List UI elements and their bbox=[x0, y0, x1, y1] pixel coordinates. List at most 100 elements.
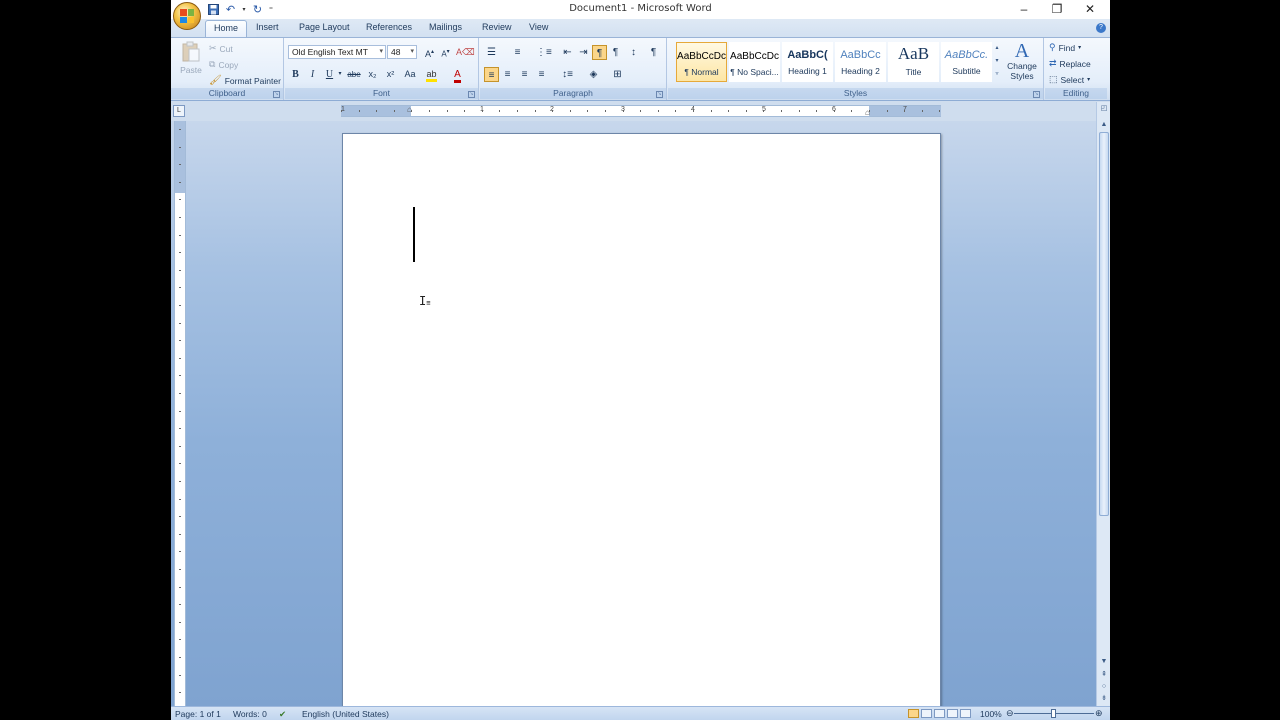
numbering-icon[interactable]: ≡ bbox=[510, 45, 525, 60]
ribbon-tabs: Home Insert Page Layout References Maili… bbox=[171, 19, 1110, 37]
clipboard-dialog-launcher-icon[interactable]: ↘ bbox=[273, 91, 280, 98]
italic-button[interactable]: I bbox=[305, 67, 320, 82]
select-button[interactable]: ⬚ Select ▾ bbox=[1049, 74, 1090, 85]
align-left-icon[interactable]: ≡ bbox=[484, 67, 499, 82]
restore-button[interactable]: ❐ bbox=[1049, 2, 1065, 16]
full-screen-reading-view-icon[interactable] bbox=[921, 709, 932, 718]
paste-label: Paste bbox=[180, 65, 202, 75]
underline-button[interactable]: U bbox=[322, 67, 337, 82]
ruler-tick bbox=[446, 110, 448, 112]
zoom-slider-thumb[interactable] bbox=[1051, 709, 1056, 718]
center-icon[interactable]: ≡ bbox=[500, 67, 515, 82]
font-color-icon[interactable]: A bbox=[450, 67, 465, 83]
bullets-icon[interactable]: ☰ bbox=[484, 45, 499, 60]
tab-view[interactable]: View bbox=[529, 22, 548, 32]
scroll-thumb[interactable] bbox=[1099, 132, 1109, 516]
scroll-down-icon[interactable]: ▼ bbox=[1099, 657, 1109, 667]
change-case-button[interactable]: Aa bbox=[401, 67, 419, 82]
replace-button[interactable]: ⇄ Replace bbox=[1049, 58, 1091, 69]
ruler-tick bbox=[179, 639, 181, 641]
select-icon: ⬚ bbox=[1049, 74, 1058, 84]
clear-formatting-icon[interactable]: A⌫ bbox=[456, 45, 475, 60]
ruler-tick bbox=[499, 110, 501, 112]
font-dialog-launcher-icon[interactable]: ↘ bbox=[468, 91, 475, 98]
zoom-out-icon[interactable]: ⊖ bbox=[1006, 708, 1014, 719]
tab-review[interactable]: Review bbox=[482, 22, 512, 32]
style-normal[interactable]: AaBbCcDc ¶ Normal bbox=[676, 42, 727, 82]
rtl-icon[interactable]: ¶ bbox=[608, 45, 623, 60]
browse-object-icon[interactable]: ○ bbox=[1099, 682, 1109, 692]
align-right-icon[interactable]: ≡ bbox=[517, 67, 532, 82]
style-title[interactable]: AaB Title bbox=[888, 42, 939, 82]
ruler-tick bbox=[179, 621, 181, 623]
office-button[interactable] bbox=[173, 2, 201, 30]
vertical-ruler[interactable] bbox=[174, 121, 186, 706]
styles-scroll-icon[interactable]: ▴ ▾ ▿ bbox=[993, 42, 1001, 82]
bold-button[interactable]: B bbox=[288, 67, 303, 82]
multilevel-list-icon[interactable]: ⋮≡ bbox=[536, 45, 552, 60]
styles-group: AaBbCcDc ¶ Normal AaBbCcDc ¶ No Spaci...… bbox=[668, 38, 1044, 100]
tab-mailings[interactable]: Mailings bbox=[429, 22, 462, 32]
shrink-font-icon[interactable]: A▾ bbox=[438, 45, 453, 60]
horizontal-ruler[interactable]: 1 1 2 3 4 5 6 7 ⌂ ⌂ bbox=[341, 105, 941, 117]
vertical-scrollbar[interactable]: ◰ ▲ ▼ ⇞ ○ ⇟ bbox=[1096, 102, 1110, 706]
print-layout-view-icon[interactable] bbox=[908, 709, 919, 718]
highlight-icon[interactable]: ab bbox=[424, 67, 439, 82]
scroll-up-icon[interactable]: ▲ bbox=[1099, 120, 1109, 130]
paragraph-dialog-launcher-icon[interactable]: ↘ bbox=[656, 91, 663, 98]
ltr-icon[interactable]: ¶ bbox=[592, 45, 607, 60]
grow-font-icon[interactable]: A▴ bbox=[422, 45, 437, 60]
ruler-tick bbox=[179, 569, 181, 570]
style-subtitle[interactable]: AaBbCc. Subtitle bbox=[941, 42, 992, 82]
outline-view-icon[interactable] bbox=[947, 709, 958, 718]
previous-page-icon[interactable]: ⇞ bbox=[1099, 670, 1109, 680]
zoom-in-icon[interactable]: ⊕ bbox=[1095, 708, 1103, 719]
proofing-icon[interactable]: ✔ bbox=[279, 709, 286, 720]
increase-indent-icon[interactable]: ⇥ bbox=[576, 45, 591, 60]
cut-button[interactable]: ✂ Cut bbox=[209, 43, 233, 54]
tab-page-layout[interactable]: Page Layout bbox=[299, 22, 350, 32]
tab-home[interactable]: Home bbox=[205, 20, 248, 37]
copy-button[interactable]: ⧉ Copy bbox=[209, 59, 238, 70]
show-formatting-icon[interactable]: ¶ bbox=[646, 45, 661, 60]
justify-icon[interactable]: ≡ bbox=[534, 67, 549, 82]
find-button[interactable]: ⚲ Find ▾ bbox=[1049, 42, 1081, 53]
web-layout-view-icon[interactable] bbox=[934, 709, 945, 718]
strikethrough-button[interactable]: abe bbox=[345, 67, 363, 82]
superscript-button[interactable]: x² bbox=[383, 67, 398, 82]
minimize-button[interactable]: – bbox=[1016, 2, 1032, 16]
draft-view-icon[interactable] bbox=[960, 709, 971, 718]
close-button[interactable]: ✕ bbox=[1082, 2, 1098, 16]
page-count[interactable]: Page: 1 of 1 bbox=[175, 709, 221, 719]
style-no-spacing[interactable]: AaBbCcDc ¶ No Spaci... bbox=[729, 42, 780, 82]
style-heading-2[interactable]: AaBbCc Heading 2 bbox=[835, 42, 886, 82]
chevron-down-icon[interactable]: ▾ bbox=[410, 47, 414, 55]
sort-icon[interactable]: ↕ bbox=[626, 45, 641, 60]
ribbon: Paste ✂ Cut ⧉ Copy 🖌 Format Painter Clip… bbox=[171, 37, 1110, 101]
decrease-indent-icon[interactable]: ⇤ bbox=[560, 45, 575, 60]
borders-icon[interactable]: ⊞ bbox=[610, 67, 625, 82]
tab-insert[interactable]: Insert bbox=[256, 22, 279, 32]
change-styles-button[interactable]: A Change Styles bbox=[1004, 41, 1040, 85]
tab-references[interactable]: References bbox=[366, 22, 412, 32]
shading-icon[interactable]: ◈ bbox=[586, 67, 601, 82]
next-page-icon[interactable]: ⇟ bbox=[1099, 694, 1109, 704]
format-painter-button[interactable]: 🖌 Format Painter bbox=[209, 75, 281, 86]
zoom-level[interactable]: 100% bbox=[980, 709, 1002, 719]
subscript-button[interactable]: x₂ bbox=[365, 67, 380, 82]
ruler-tick bbox=[179, 410, 181, 412]
style-heading-1[interactable]: AaBbC( Heading 1 bbox=[782, 42, 833, 82]
line-spacing-icon[interactable]: ↕≡ bbox=[560, 67, 575, 82]
styles-dialog-launcher-icon[interactable]: ↘ bbox=[1033, 91, 1040, 98]
word-count[interactable]: Words: 0 bbox=[233, 709, 267, 719]
tab-selector-icon[interactable]: L bbox=[173, 105, 185, 117]
view-ruler-icon[interactable]: ◰ bbox=[1099, 104, 1109, 114]
chevron-down-icon[interactable]: ▾ bbox=[379, 47, 383, 55]
document-page[interactable]: I≡ bbox=[342, 133, 941, 706]
font-name-box[interactable]: Old English Text MT ▾ bbox=[288, 45, 386, 59]
help-icon[interactable]: ? bbox=[1096, 23, 1106, 33]
chevron-down-icon[interactable]: ▾ bbox=[336, 67, 344, 82]
language-indicator[interactable]: English (United States) bbox=[302, 709, 389, 719]
font-size-box[interactable]: 48 ▾ bbox=[387, 45, 417, 59]
paste-button[interactable]: Paste bbox=[179, 41, 203, 81]
